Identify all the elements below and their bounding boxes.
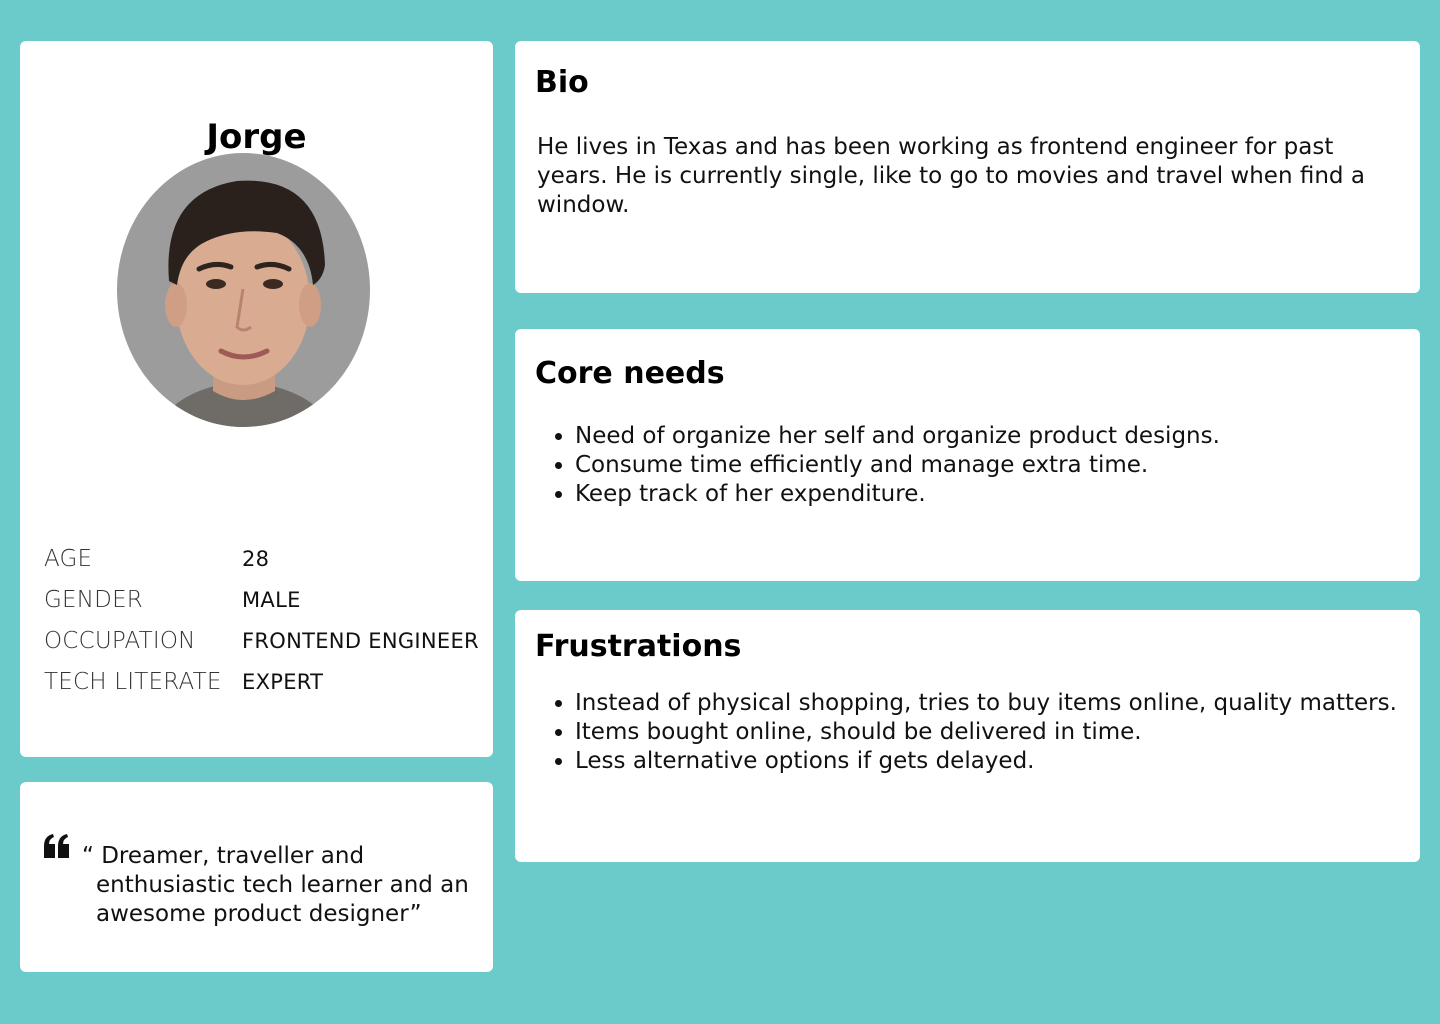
quote-card: “ Dreamer, traveller and enthusiastic te… [20,782,493,972]
bio-title: Bio [535,65,589,100]
person-photo-icon [117,153,370,427]
attribute-row-gender: GENDER MALE [44,579,479,620]
persona-name: Jorge [206,117,307,157]
attribute-label: AGE [44,545,93,572]
attributes-table: AGE 28 GENDER MALE OCCUPATION FRONTEND E… [44,538,479,702]
attribute-value: EXPERT [242,669,324,694]
persona-quote: “ Dreamer, traveller and enthusiastic te… [82,842,472,929]
attribute-value: 28 [242,546,270,571]
avatar [117,153,370,427]
list-item: Need of organize her self and organize p… [575,422,1220,451]
quote-line: “ Dreamer, traveller and [82,843,365,869]
list-item: Items bought online, should be delivered… [575,718,1397,747]
quote-marks-icon [44,834,70,858]
list-item: Keep track of her expenditure. [575,480,1220,509]
attribute-label: GENDER [44,586,143,613]
frustrations-card: Frustrations Instead of physical shoppin… [515,610,1420,862]
core-needs-list: Need of organize her self and organize p… [537,422,1220,509]
core-needs-title: Core needs [535,356,725,391]
profile-card: Jorge AGE 28 GENDER MALE OCCUPATION FRON… [20,41,493,757]
frustrations-title: Frustrations [535,629,742,664]
quote-line: awesome product designer” [96,901,422,927]
quote-line: enthusiastic tech learner and an [96,872,469,898]
attribute-row-age: AGE 28 [44,538,479,579]
bio-text: He lives in Texas and has been working a… [537,134,1365,218]
attribute-value: FRONTEND ENGINEER [242,628,479,653]
attribute-row-tech-literate: TECH LITERATE EXPERT [44,661,479,702]
list-item: Consume time efficiently and manage extr… [575,451,1220,480]
core-needs-card: Core needs Need of organize her self and… [515,329,1420,581]
attribute-label: TECH LITERATE [44,668,222,695]
attribute-value: MALE [242,587,301,612]
list-item: Instead of physical shopping, tries to b… [575,689,1397,718]
frustrations-list: Instead of physical shopping, tries to b… [537,689,1397,776]
bio-card: Bio He lives in Texas and has been worki… [515,41,1420,293]
list-item: Less alternative options if gets delayed… [575,747,1397,776]
attribute-label: OCCUPATION [44,627,196,654]
attribute-row-occupation: OCCUPATION FRONTEND ENGINEER [44,620,479,661]
